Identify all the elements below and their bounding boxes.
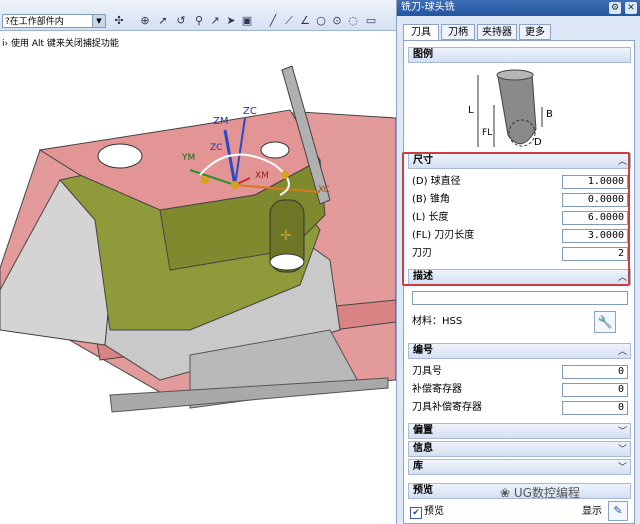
- handle-point-1: [201, 176, 209, 184]
- tool-top: [496, 69, 534, 81]
- dialog-titlebar[interactable]: 铣刀-球头铣 ⚙ ✕: [397, 0, 640, 16]
- ball-diameter-input[interactable]: 1.0000: [562, 175, 628, 189]
- part-model: ZM ZC YM ZC XM XC ✛: [0, 65, 396, 413]
- midpoint-icon[interactable]: ◌: [346, 14, 360, 28]
- crosshair-cursor-icon: ✛: [280, 228, 292, 244]
- main-toolbar: ?在工作部件内 ▼ ✣ ⊕ ➚ ↺ ⚲ ↗ ➤ ▣ ╱ ⟋ ∠ ○ ⊙ ◌ ▭: [0, 0, 396, 31]
- chevron-up-icon[interactable]: ︿: [618, 271, 627, 285]
- adjust-register-label: 补偿寄存器: [412, 384, 462, 395]
- description-input[interactable]: [412, 291, 628, 305]
- cursor-icon[interactable]: ➤: [224, 14, 238, 28]
- model-viewport[interactable]: ZM ZC YM ZC XM XC ✛: [0, 50, 396, 524]
- legend-fl: FL: [482, 128, 492, 138]
- legend-b: B: [546, 109, 553, 120]
- library-header-label: 库: [413, 461, 423, 472]
- taper-angle-input[interactable]: 0.0000: [562, 193, 628, 207]
- snap-icon[interactable]: ✣: [112, 14, 126, 28]
- angle-icon[interactable]: ∠: [298, 14, 312, 28]
- flute-length-input[interactable]: 3.0000: [562, 229, 628, 243]
- ym-label: YM: [181, 153, 195, 163]
- tool-tab-panel: 图例 L FL B D 尺寸 ︿ (D) 球直径 1.0000 (B) 锥角 0…: [403, 40, 635, 524]
- hole-left: [97, 143, 143, 169]
- length-input[interactable]: 6.0000: [562, 211, 628, 225]
- offset-section-header[interactable]: 偏置 ﹀: [408, 423, 631, 439]
- legend-d: D: [534, 137, 542, 148]
- cutcom-register-input[interactable]: 0: [562, 401, 628, 415]
- chevron-down-icon[interactable]: ﹀: [618, 425, 627, 439]
- legend-l: L: [468, 105, 474, 116]
- flutes-label: 刀刃: [412, 248, 432, 259]
- ball-mill-diagram: L FL B D: [468, 69, 553, 148]
- chevron-down-icon[interactable]: ﹀: [618, 461, 627, 475]
- frame-icon[interactable]: ▭: [364, 14, 378, 28]
- legend-section-header[interactable]: 图例: [408, 47, 631, 63]
- length-label: (L) 长度: [412, 212, 449, 223]
- selection-filter-value: ?在工作部件内: [5, 17, 64, 27]
- box-select-icon[interactable]: ▣: [240, 14, 254, 28]
- info-section-header[interactable]: 信息 ﹀: [408, 441, 631, 457]
- show-label: 显示: [582, 506, 602, 517]
- xc-label: XC: [318, 185, 330, 195]
- tab-more[interactable]: 更多: [519, 24, 551, 40]
- show-tool-icon[interactable]: ✎: [608, 501, 628, 521]
- arrow-icon[interactable]: ➚: [156, 14, 170, 28]
- tool-body: [497, 72, 537, 145]
- wechat-icon: ❀: [500, 486, 511, 500]
- hole-right: [260, 141, 290, 159]
- snap-hint: i› 使用 Alt 键来关闭捕捉功能: [2, 39, 119, 49]
- tool-number-input[interactable]: 0: [562, 365, 628, 379]
- material-label: 材料：HSS: [412, 316, 463, 327]
- dimensions-section-header[interactable]: 尺寸 ︿: [408, 153, 631, 169]
- preview-header-label: 预览: [413, 485, 433, 496]
- origin-point: [231, 181, 239, 189]
- numbering-section-header[interactable]: 编号 ︿: [408, 343, 631, 359]
- info-header-label: 信息: [413, 443, 433, 454]
- circle-icon[interactable]: ○: [314, 14, 328, 28]
- adjust-register-input[interactable]: 0: [562, 383, 628, 397]
- legend-header-label: 图例: [413, 49, 433, 60]
- flutes-input[interactable]: 2: [562, 247, 628, 261]
- chevron-up-icon[interactable]: ︿: [618, 155, 627, 169]
- endpoint-icon[interactable]: ↗: [208, 14, 222, 28]
- chevron-down-icon[interactable]: ▼: [92, 15, 105, 27]
- curve-icon[interactable]: ↺: [174, 14, 188, 28]
- watermark: ❀ UG数控编程: [500, 484, 636, 502]
- chevron-up-icon[interactable]: ︿: [618, 345, 627, 359]
- library-section-header[interactable]: 库 ﹀: [408, 459, 631, 475]
- tool-dialog: 铣刀-球头铣 ⚙ ✕ 刀具 刀柄 夹持器 更多 图例 L FL B D 尺寸 ︿: [396, 0, 640, 524]
- chevron-down-icon[interactable]: ﹀: [618, 443, 627, 457]
- pin-icon[interactable]: ⚲: [192, 14, 206, 28]
- numbering-header-label: 编号: [413, 345, 433, 356]
- offset-header-label: 偏置: [413, 425, 433, 436]
- description-header-label: 描述: [413, 271, 433, 282]
- preview-checkbox-label: 预览: [424, 506, 444, 517]
- preview-checkbox[interactable]: ✔: [410, 507, 422, 519]
- ball-diameter-label: (D) 球直径: [412, 176, 461, 187]
- tab-shank[interactable]: 刀柄: [441, 24, 475, 40]
- cad-graphics-area[interactable]: ?在工作部件内 ▼ ✣ ⊕ ➚ ↺ ⚲ ↗ ➤ ▣ ╱ ⟋ ∠ ○ ⊙ ◌ ▭ …: [0, 0, 396, 524]
- slot-hole: [269, 253, 305, 271]
- xm-label: XM: [255, 171, 269, 181]
- tab-holder[interactable]: 夹持器: [477, 24, 517, 40]
- tangent-icon[interactable]: ⊙: [330, 14, 344, 28]
- point-icon[interactable]: ⊕: [138, 14, 152, 28]
- description-section-header[interactable]: 描述 ︿: [408, 269, 631, 285]
- tool-number-label: 刀具号: [412, 366, 442, 377]
- flute-length-label: (FL) 刀刃长度: [412, 230, 475, 241]
- settings-icon[interactable]: ⚙: [609, 2, 621, 14]
- handle-point-2: [281, 171, 289, 179]
- watermark-text: UG数控编程: [513, 486, 580, 500]
- wrench-icon[interactable]: 🔧: [594, 311, 616, 333]
- close-icon[interactable]: ✕: [625, 2, 637, 14]
- selection-filter-dropdown[interactable]: ?在工作部件内 ▼: [2, 14, 106, 28]
- cutcom-register-label: 刀具补偿寄存器: [412, 402, 482, 413]
- zc-small-label: ZC: [210, 143, 222, 153]
- dialog-title: 铣刀-球头铣: [401, 2, 455, 13]
- zm-label: ZM: [213, 116, 228, 127]
- slash-icon[interactable]: ⟋: [282, 14, 296, 28]
- taper-angle-label: (B) 锥角: [412, 194, 450, 205]
- zc-label: ZC: [243, 106, 257, 117]
- dimensions-header-label: 尺寸: [413, 155, 433, 166]
- line-icon[interactable]: ╱: [266, 14, 280, 28]
